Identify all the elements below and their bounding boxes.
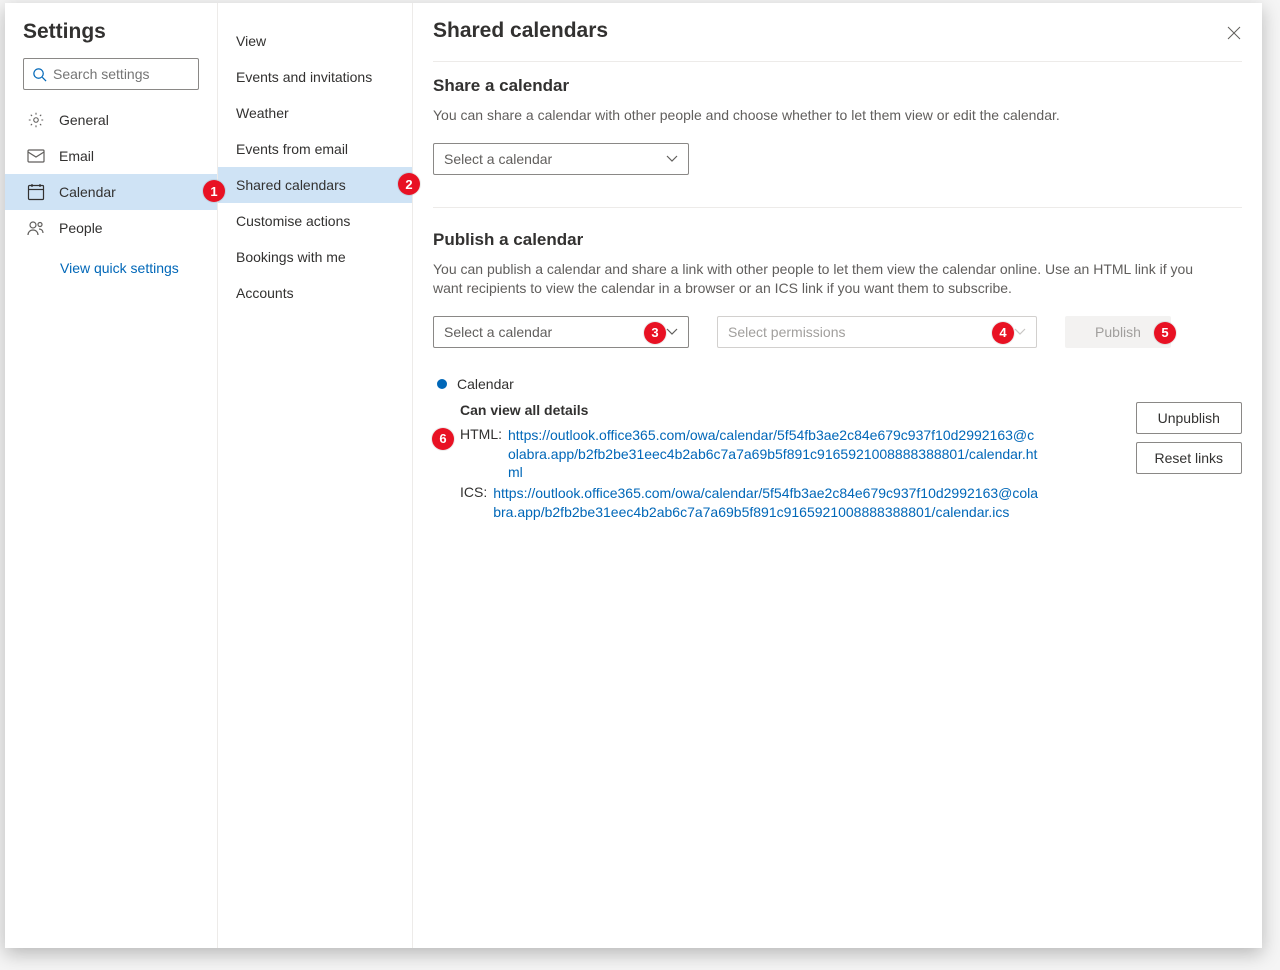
subnav-item-events-from-email[interactable]: Events from email: [218, 131, 412, 167]
chevron-down-icon: [666, 328, 678, 336]
section-divider: [433, 207, 1242, 208]
published-permission: Can view all details: [460, 402, 1040, 418]
people-icon: [27, 219, 45, 237]
nav-item-calendar[interactable]: Calendar 1: [5, 174, 217, 210]
share-section-title: Share a calendar: [433, 76, 1242, 96]
annotation-2: 2: [398, 173, 420, 195]
share-calendar-select-placeholder: Select a calendar: [444, 151, 552, 167]
annotation-3: 3: [644, 322, 666, 344]
html-link-label: HTML:: [460, 426, 502, 442]
content-body: Share a calendar You can share a calenda…: [433, 61, 1242, 524]
close-icon: [1227, 26, 1241, 40]
annotation-1: 1: [203, 180, 225, 202]
search-icon: [32, 67, 47, 82]
subnav-item-customise-actions[interactable]: Customise actions: [218, 203, 412, 239]
settings-title: Settings: [5, 17, 217, 58]
chevron-down-icon: [666, 155, 678, 163]
subnav-item-weather[interactable]: Weather: [218, 95, 412, 131]
publish-button: Publish 5: [1065, 316, 1171, 348]
published-calendar-header: Calendar: [433, 376, 1242, 392]
published-calendar-actions: Unpublish Reset links: [1136, 402, 1242, 474]
nav-label-calendar: Calendar: [59, 184, 116, 200]
share-section-desc: You can share a calendar with other peop…: [433, 106, 1213, 125]
subnav-item-bookings[interactable]: Bookings with me: [218, 239, 412, 275]
close-button[interactable]: [1218, 17, 1250, 49]
subnav-item-shared-calendars[interactable]: Shared calendars 2: [218, 167, 412, 203]
calendar-color-dot: [437, 379, 447, 389]
search-input[interactable]: [53, 66, 234, 82]
nav-label-general: General: [59, 112, 109, 128]
reset-links-button-label: Reset links: [1155, 450, 1223, 466]
calendar-icon: [27, 183, 45, 201]
html-link-url[interactable]: https://outlook.office365.com/owa/calend…: [508, 426, 1040, 483]
reset-links-button[interactable]: Reset links: [1136, 442, 1242, 474]
nav-item-general[interactable]: General: [5, 102, 217, 138]
publish-section-title: Publish a calendar: [433, 230, 1242, 250]
page-title: Shared calendars: [433, 19, 1242, 61]
unpublish-button[interactable]: Unpublish: [1136, 402, 1242, 434]
nav-label-email: Email: [59, 148, 94, 164]
annotation-6: 6: [432, 428, 454, 450]
publish-calendar-placeholder: Select a calendar: [444, 324, 552, 340]
settings-main-column: Shared calendars Share a calendar You ca…: [413, 3, 1262, 948]
share-calendar-select[interactable]: Select a calendar: [433, 143, 689, 175]
subnav-item-accounts[interactable]: Accounts: [218, 275, 412, 311]
search-wrap: [5, 58, 217, 102]
subnav-label-shared-calendars: Shared calendars: [236, 177, 346, 193]
ics-link-label: ICS:: [460, 484, 487, 500]
settings-nav-column: Settings General: [5, 3, 218, 948]
nav-item-email[interactable]: Email: [5, 138, 217, 174]
subnav-item-view[interactable]: View: [218, 23, 412, 59]
search-box[interactable]: [23, 58, 199, 90]
annotation-5: 5: [1154, 322, 1176, 344]
nav-item-people[interactable]: People: [5, 210, 217, 246]
publish-permissions-placeholder: Select permissions: [728, 324, 846, 340]
ics-link-url[interactable]: https://outlook.office365.com/owa/calend…: [493, 484, 1040, 522]
publish-permissions-select: Select permissions 4: [717, 316, 1037, 348]
published-calendar-row: Can view all details 6 HTML: https://out…: [433, 402, 1242, 524]
publish-button-label: Publish: [1095, 324, 1141, 340]
publish-section-desc: You can publish a calendar and share a l…: [433, 260, 1213, 298]
settings-subnav-column: View Events and invitations Weather Even…: [218, 3, 413, 948]
settings-panel: Settings General: [5, 3, 1262, 948]
publish-calendar-select[interactable]: Select a calendar 3: [433, 316, 689, 348]
published-calendar-item: Calendar Can view all details 6 HTML: ht…: [433, 376, 1242, 524]
subnav-item-events-invitations[interactable]: Events and invitations: [218, 59, 412, 95]
html-link-row: HTML: https://outlook.office365.com/owa/…: [460, 426, 1040, 483]
ics-link-row: ICS: https://outlook.office365.com/owa/c…: [460, 484, 1040, 522]
annotation-4: 4: [992, 322, 1014, 344]
nav-label-people: People: [59, 220, 103, 236]
unpublish-button-label: Unpublish: [1158, 410, 1220, 426]
quick-settings-link[interactable]: View quick settings: [5, 246, 217, 284]
gear-icon: [27, 111, 45, 129]
chevron-down-icon: [1014, 328, 1026, 336]
publish-controls-row: Select a calendar 3 Select permissions 4…: [433, 316, 1242, 348]
published-calendar-name: Calendar: [457, 376, 514, 392]
published-calendar-detail: Can view all details 6 HTML: https://out…: [460, 402, 1040, 524]
mail-icon: [27, 147, 45, 165]
